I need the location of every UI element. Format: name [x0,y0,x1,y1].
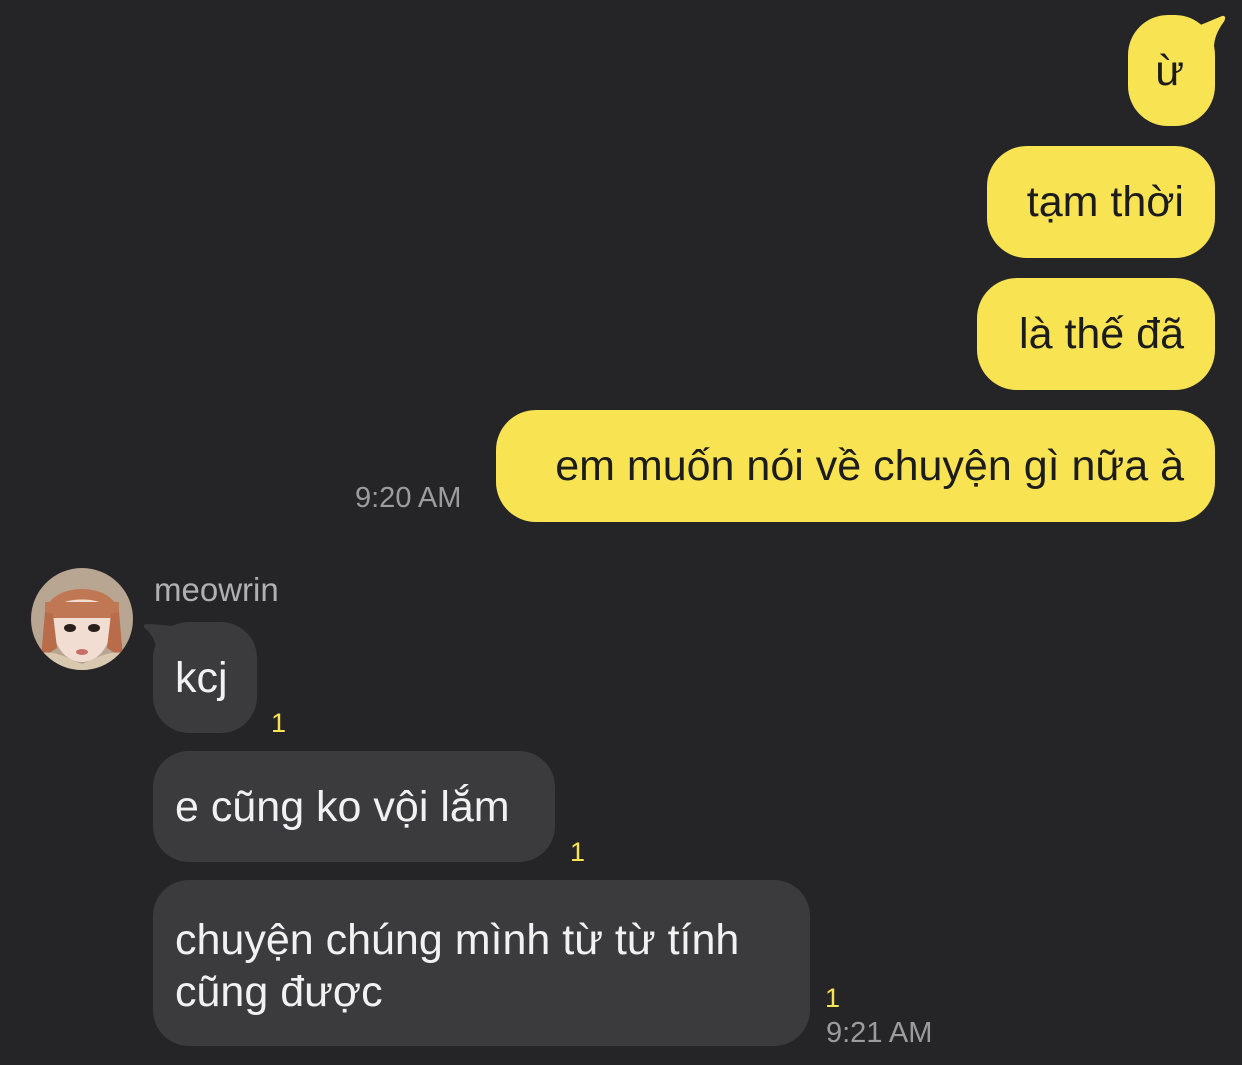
message-text: chuyện chúng mình từ từ tính cũng được [175,916,740,1016]
outgoing-message[interactable]: là thế đã [977,278,1215,390]
avatar[interactable] [31,568,133,670]
message-text: là thế đã [1019,310,1184,358]
message-text: ừ [1155,46,1184,95]
bubble-tail [1190,15,1226,49]
message-text: em muốn nói về chuyện gì nữa à [555,442,1184,490]
incoming-message[interactable]: chuyện chúng mình từ từ tính cũng được [153,880,810,1046]
message-timestamp: 9:20 AM [355,482,462,514]
unread-count: 1 [271,708,287,738]
outgoing-message[interactable]: tạm thời [987,146,1215,258]
incoming-message[interactable]: e cũng ko vội lắm [153,751,555,862]
avatar-image [31,568,133,670]
message-text: kcj [175,653,228,702]
message-text: tạm thời [1026,178,1184,226]
unread-count: 1 [570,837,586,867]
sender-name: meowrin [154,571,279,608]
outgoing-message[interactable]: em muốn nói về chuyện gì nữa à [496,410,1215,522]
message-text: e cũng ko vội lắm [175,782,510,831]
incoming-message[interactable]: kcj [153,622,257,733]
unread-count: 1 [825,983,841,1013]
message-timestamp: 9:21 AM [826,1017,933,1049]
